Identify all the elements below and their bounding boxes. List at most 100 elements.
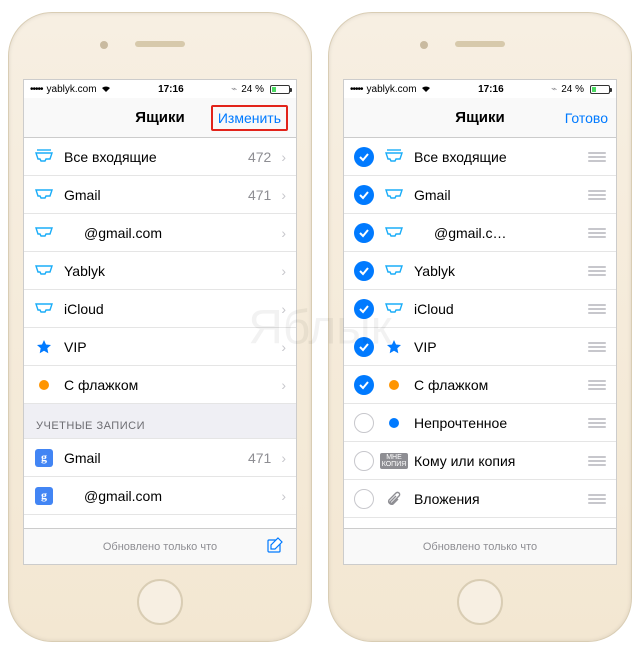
carrier-label: yablyk.com bbox=[47, 84, 97, 95]
reorder-handle-icon[interactable] bbox=[588, 418, 606, 428]
paperclip-icon bbox=[384, 491, 404, 507]
mailbox-row[interactable]: Gmail 471 › bbox=[24, 176, 296, 214]
mailbox-label: Непрочтенное bbox=[414, 415, 578, 431]
mailbox-edit-row[interactable]: С флажком bbox=[344, 366, 616, 404]
flag-dot-icon bbox=[384, 380, 404, 390]
reorder-handle-icon[interactable] bbox=[588, 228, 606, 238]
mailbox-label: @gmail.com bbox=[64, 225, 261, 241]
mailbox-label: iCloud bbox=[414, 301, 578, 317]
battery-pct: 24 % bbox=[561, 84, 584, 95]
edit-button[interactable]: Изменить bbox=[211, 105, 288, 131]
bluetooth-icon: ⌁ bbox=[551, 84, 557, 95]
mailbox-label: VIP bbox=[414, 339, 578, 355]
mailbox-edit-row[interactable]: Непрочтенное bbox=[344, 404, 616, 442]
toolbar: Обновлено только что bbox=[24, 528, 296, 564]
account-label: Gmail bbox=[64, 450, 238, 466]
mailbox-row[interactable]: @gmail.com › bbox=[24, 214, 296, 252]
inbox-icon bbox=[34, 188, 54, 202]
battery-pct: 24 % bbox=[241, 84, 264, 95]
mailbox-label: Yablyk bbox=[64, 263, 261, 279]
reorder-handle-icon[interactable] bbox=[588, 304, 606, 314]
clock: 17:16 bbox=[111, 84, 232, 95]
mailbox-label: Все входящие bbox=[64, 149, 238, 165]
account-row[interactable]: g Gmail 471 › bbox=[24, 439, 296, 477]
compose-button[interactable] bbox=[266, 536, 284, 557]
checkbox-on-icon[interactable] bbox=[354, 147, 374, 167]
home-button[interactable] bbox=[137, 579, 183, 625]
mailbox-row[interactable]: Все входящие 472 › bbox=[24, 138, 296, 176]
mailbox-edit-row[interactable]: Yablyk bbox=[344, 252, 616, 290]
account-label: @gmail.com bbox=[64, 488, 261, 504]
mailbox-list: Все входящие 472 › Gmail 471 › @gmail.co… bbox=[24, 138, 296, 515]
home-button[interactable] bbox=[457, 579, 503, 625]
chevron-right-icon: › bbox=[281, 339, 286, 355]
wifi-icon bbox=[101, 85, 111, 93]
carrier-label: yablyk.com bbox=[367, 84, 417, 95]
chevron-right-icon: › bbox=[281, 488, 286, 504]
mailbox-count: 471 bbox=[248, 187, 271, 203]
reorder-handle-icon[interactable] bbox=[588, 152, 606, 162]
mailbox-edit-row[interactable]: Все входящие bbox=[344, 138, 616, 176]
inbox-icon bbox=[34, 264, 54, 278]
account-row[interactable]: g @gmail.com › bbox=[24, 477, 296, 515]
mailbox-edit-list: Все входящие Gmail @gmail.c… Yablyk iClo… bbox=[344, 138, 616, 518]
nav-bar: Ящики Изменить bbox=[24, 98, 296, 138]
mailbox-label: iCloud bbox=[64, 301, 261, 317]
reorder-handle-icon[interactable] bbox=[588, 266, 606, 276]
mailbox-row[interactable]: Yablyk › bbox=[24, 252, 296, 290]
battery-icon bbox=[270, 85, 290, 94]
mailbox-label: С флажком bbox=[64, 377, 261, 393]
mailbox-label: Все входящие bbox=[414, 149, 578, 165]
inbox-icon bbox=[384, 188, 404, 202]
mailbox-edit-row[interactable]: VIP bbox=[344, 328, 616, 366]
checkbox-off-icon[interactable] bbox=[354, 413, 374, 433]
chevron-right-icon: › bbox=[281, 301, 286, 317]
reorder-handle-icon[interactable] bbox=[588, 342, 606, 352]
mailbox-label: Вложения bbox=[414, 491, 578, 507]
bluetooth-icon: ⌁ bbox=[231, 84, 237, 95]
mailbox-row[interactable]: iCloud › bbox=[24, 290, 296, 328]
checkbox-on-icon[interactable] bbox=[354, 223, 374, 243]
mailbox-edit-row[interactable]: Gmail bbox=[344, 176, 616, 214]
checkbox-on-icon[interactable] bbox=[354, 375, 374, 395]
wifi-icon bbox=[421, 85, 431, 93]
flag-dot-icon bbox=[34, 380, 54, 390]
mailbox-label: Gmail bbox=[64, 187, 238, 203]
chevron-right-icon: › bbox=[281, 377, 286, 393]
star-icon bbox=[384, 339, 404, 355]
checkbox-on-icon[interactable] bbox=[354, 337, 374, 357]
mailbox-row[interactable]: VIP › bbox=[24, 328, 296, 366]
mailbox-edit-row[interactable]: Вложения bbox=[344, 480, 616, 518]
battery-icon bbox=[590, 85, 610, 94]
inbox-all-icon bbox=[34, 149, 54, 165]
status-bar: ••••• yablyk.com 17:16 ⌁ 24 % bbox=[24, 80, 296, 98]
checkbox-on-icon[interactable] bbox=[354, 299, 374, 319]
tocc-icon: МНЕКОПИЯ bbox=[384, 453, 404, 469]
mailbox-count: 472 bbox=[248, 149, 271, 165]
google-icon: g bbox=[34, 487, 54, 505]
mailbox-edit-row[interactable]: @gmail.c… bbox=[344, 214, 616, 252]
reorder-handle-icon[interactable] bbox=[588, 456, 606, 466]
reorder-handle-icon[interactable] bbox=[588, 494, 606, 504]
reorder-handle-icon[interactable] bbox=[588, 190, 606, 200]
reorder-handle-icon[interactable] bbox=[588, 380, 606, 390]
phone-right: ••••• yablyk.com 17:16 ⌁ 24 % Ящики Гото… bbox=[328, 12, 632, 642]
account-count: 471 bbox=[248, 450, 271, 466]
footer-status: Обновлено только что bbox=[423, 541, 537, 553]
checkbox-off-icon[interactable] bbox=[354, 451, 374, 471]
footer-status: Обновлено только что bbox=[103, 541, 217, 553]
signal-dots-icon: ••••• bbox=[350, 84, 363, 95]
chevron-right-icon: › bbox=[281, 187, 286, 203]
mailbox-edit-row[interactable]: МНЕКОПИЯ Кому или копия bbox=[344, 442, 616, 480]
mailbox-row[interactable]: С флажком › bbox=[24, 366, 296, 404]
checkbox-off-icon[interactable] bbox=[354, 489, 374, 509]
star-icon bbox=[34, 339, 54, 355]
clock: 17:16 bbox=[431, 84, 552, 95]
mailbox-edit-row[interactable]: iCloud bbox=[344, 290, 616, 328]
blue-dot-icon bbox=[384, 418, 404, 428]
chevron-right-icon: › bbox=[281, 450, 286, 466]
checkbox-on-icon[interactable] bbox=[354, 261, 374, 281]
done-button[interactable]: Готово bbox=[565, 110, 608, 126]
checkbox-on-icon[interactable] bbox=[354, 185, 374, 205]
nav-bar: Ящики Готово bbox=[344, 98, 616, 138]
